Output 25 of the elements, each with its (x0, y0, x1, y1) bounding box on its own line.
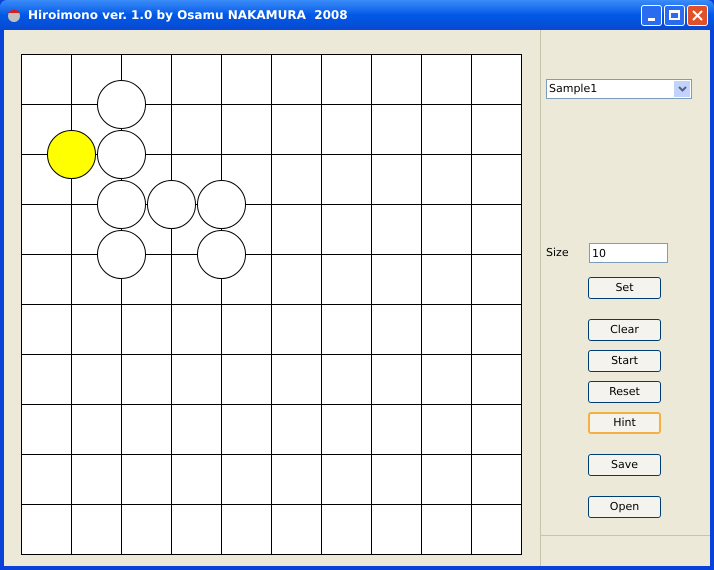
stone[interactable] (47, 130, 96, 179)
stone[interactable] (97, 130, 146, 179)
action-button[interactable]: Clear (588, 319, 661, 341)
size-label: Size (546, 244, 570, 261)
minimize-button[interactable] (641, 4, 662, 26)
action-button[interactable]: Start (588, 350, 661, 372)
stone[interactable] (97, 230, 146, 279)
stone[interactable] (97, 180, 146, 229)
size-field[interactable]: 10 (589, 243, 668, 263)
action-button[interactable]: Reset (588, 381, 661, 403)
action-button[interactable]: Open (588, 496, 661, 518)
maximize-button[interactable] (664, 4, 685, 26)
window-title: Hiroimono ver. 1.0 by Osamu NAKAMURA 2008 (28, 7, 348, 24)
close-button[interactable] (687, 4, 708, 26)
action-button[interactable]: Set (588, 277, 661, 299)
app-icon (6, 7, 22, 23)
stone[interactable] (197, 180, 246, 229)
stone[interactable] (97, 80, 146, 129)
action-button[interactable]: Save (588, 454, 661, 476)
board[interactable] (21, 54, 522, 555)
puzzle-dropdown[interactable]: Sample1 (546, 79, 692, 99)
close-icon (692, 10, 703, 20)
action-button[interactable]: Hint (588, 412, 661, 434)
stone[interactable] (197, 230, 246, 279)
stone[interactable] (147, 180, 196, 229)
